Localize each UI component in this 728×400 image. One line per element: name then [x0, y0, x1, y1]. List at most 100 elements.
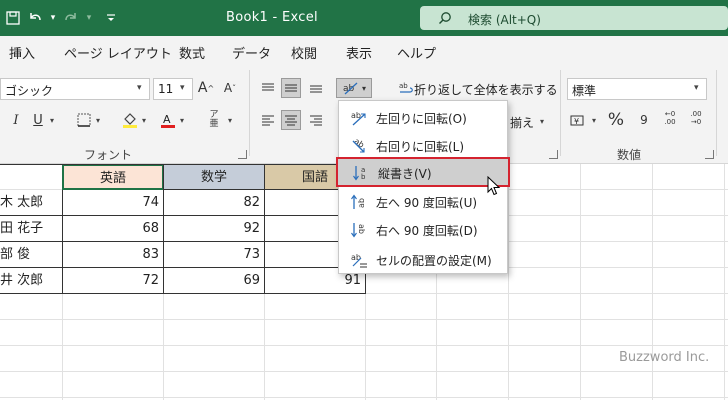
- header-cell-math[interactable]: 数学: [163, 164, 265, 190]
- table-row-name[interactable]: 井 次郎: [0, 268, 62, 293]
- tab-insert[interactable]: 挿入: [9, 43, 35, 62]
- menu-item-label: 右回りに回転(L): [376, 140, 465, 154]
- align-left-icon[interactable]: [258, 110, 278, 130]
- chevron-down-icon[interactable]: ▾: [180, 116, 184, 125]
- font-name-combo[interactable]: ゴシック ▾: [0, 78, 150, 100]
- search-box[interactable]: 検索 (Alt+Q): [420, 6, 728, 30]
- number-format-combo[interactable]: 標準 ▾: [567, 78, 707, 100]
- table-cell[interactable]: 74: [62, 190, 163, 215]
- tab-review[interactable]: 校閲: [291, 43, 317, 62]
- font-dialog-launcher-icon[interactable]: [238, 150, 247, 159]
- menu-item-format-alignment[interactable]: ab セルの配置の設定(M): [340, 245, 506, 273]
- svg-text:ab: ab: [357, 224, 366, 234]
- font-color-icon[interactable]: A: [158, 110, 178, 130]
- table-row-name[interactable]: 部 俊: [0, 242, 62, 267]
- svg-text:ab: ab: [399, 82, 408, 90]
- rotate-cw-icon: ab: [352, 137, 366, 153]
- number-format-value: 標準: [572, 84, 597, 98]
- menu-item-rotate-down[interactable]: ab 右へ 90 度回転(D): [340, 215, 506, 243]
- table-cell[interactable]: 69: [163, 268, 264, 293]
- chevron-down-icon[interactable]: ▾: [540, 117, 544, 126]
- font-size-combo[interactable]: 11 ▾: [153, 78, 193, 100]
- tab-help[interactable]: ヘルプ: [397, 43, 436, 62]
- undo-dropdown-icon[interactable]: ▾: [44, 9, 62, 27]
- conditional-format-icon[interactable]: [720, 78, 728, 98]
- table-cell[interactable]: 68: [62, 216, 163, 241]
- orientation-button[interactable]: ab ▾: [336, 78, 372, 98]
- window-title: Book1 - Excel: [226, 10, 318, 25]
- svg-text:¥: ¥: [574, 117, 579, 126]
- svg-text:ab: ab: [351, 253, 361, 262]
- comma-style-icon[interactable]: 9: [634, 110, 654, 130]
- rotate-up-icon: ab: [351, 194, 366, 209]
- align-top-icon[interactable]: [258, 78, 278, 98]
- underline-icon[interactable]: U: [28, 110, 48, 130]
- svg-text:ab: ab: [357, 198, 366, 208]
- menu-item-rotate-up[interactable]: ab 左へ 90 度回転(U): [340, 187, 506, 215]
- table-row-name[interactable]: 木 太郎: [0, 190, 62, 215]
- rotate-down-icon: ab: [351, 223, 366, 238]
- align-center-icon[interactable]: [281, 110, 301, 130]
- save-icon[interactable]: [4, 9, 22, 27]
- font-name-value: ゴシック: [5, 84, 54, 98]
- align-bottom-icon[interactable]: [306, 78, 326, 98]
- table-cell[interactable]: 72: [62, 268, 163, 293]
- tab-view[interactable]: 表示: [346, 43, 372, 62]
- chevron-down-icon: ▾: [694, 83, 699, 93]
- merge-center-label[interactable]: 揃え: [510, 114, 534, 131]
- customize-toolbar-icon[interactable]: [102, 9, 120, 27]
- table-row-name[interactable]: 田 花子: [0, 216, 62, 241]
- vertical-text-icon: ab: [353, 166, 366, 181]
- decrease-decimal-icon[interactable]: .00 →0: [686, 108, 706, 128]
- group-label-number: 数値: [617, 148, 642, 162]
- menu-item-label: セルの配置の設定(M): [376, 254, 492, 268]
- italic-icon[interactable]: I: [6, 110, 26, 130]
- menu-item-vertical-text[interactable]: ab 縦書き(V): [336, 157, 510, 187]
- wrap-text-icon[interactable]: ab: [396, 78, 416, 98]
- align-middle-icon[interactable]: [281, 78, 301, 98]
- wrap-text-label[interactable]: 折り返して全体を表示する: [414, 81, 558, 98]
- phonetic-guide-icon[interactable]: ア亜: [204, 110, 224, 130]
- chevron-down-icon[interactable]: ▾: [228, 116, 232, 125]
- svg-text:A: A: [163, 113, 171, 126]
- table-cell[interactable]: 73: [163, 242, 264, 267]
- align-right-icon[interactable]: [306, 110, 326, 130]
- fill-color-icon[interactable]: [120, 110, 140, 130]
- header-cell-english[interactable]: 英語: [62, 164, 164, 190]
- group-label-font: フォント: [84, 148, 133, 162]
- rotate-ccw-icon: ab: [351, 111, 366, 126]
- tab-data[interactable]: データ: [232, 43, 271, 62]
- tab-page-layout[interactable]: ページ レイアウト: [64, 43, 172, 62]
- percent-style-icon[interactable]: %: [606, 110, 626, 130]
- menu-item-rotate-ccw[interactable]: ab 左回りに回転(O): [340, 103, 506, 131]
- redo-icon[interactable]: [62, 9, 80, 27]
- table-cell[interactable]: 92: [163, 216, 264, 241]
- search-icon: [439, 12, 451, 24]
- alignment-dialog-launcher-icon[interactable]: [549, 150, 558, 159]
- redo-dropdown-icon[interactable]: ▾: [80, 9, 98, 27]
- increase-font-size-icon[interactable]: A ^: [196, 78, 216, 98]
- increase-decimal-icon[interactable]: ←0.00: [660, 108, 680, 128]
- menu-item-rotate-cw[interactable]: ab 右回りに回転(L): [340, 131, 506, 159]
- chevron-down-icon[interactable]: ▾: [50, 116, 54, 125]
- chevron-down-icon[interactable]: ▾: [142, 116, 146, 125]
- number-dialog-launcher-icon[interactable]: [705, 150, 714, 159]
- title-bar: ▾ ▾ Book1 - Excel 検索 (Alt+Q): [0, 0, 728, 36]
- table-cell[interactable]: 82: [163, 190, 264, 215]
- decrease-font-size-icon[interactable]: Aˇ: [220, 78, 240, 98]
- chevron-down-icon: ▾: [180, 83, 185, 93]
- borders-icon[interactable]: [74, 110, 94, 130]
- menu-item-label: 左へ 90 度回転(U): [376, 196, 478, 210]
- chevron-down-icon: ▾: [137, 83, 142, 93]
- chevron-down-icon[interactable]: ▾: [592, 116, 596, 125]
- tab-formulas[interactable]: 数式: [179, 43, 205, 62]
- menu-item-label: 右へ 90 度回転(D): [376, 224, 478, 238]
- accounting-format-icon[interactable]: ¥: [568, 110, 588, 130]
- orientation-menu: ab 左回りに回転(O) ab 右回りに回転(L) ab 縦書き(V) ab 左…: [336, 100, 510, 274]
- font-size-value: 11: [158, 82, 174, 96]
- chevron-down-icon: ▾: [361, 83, 366, 93]
- table-cell[interactable]: 83: [62, 242, 163, 267]
- chevron-down-icon[interactable]: ▾: [96, 116, 100, 125]
- undo-icon[interactable]: [26, 9, 44, 27]
- svg-text:b: b: [361, 173, 366, 181]
